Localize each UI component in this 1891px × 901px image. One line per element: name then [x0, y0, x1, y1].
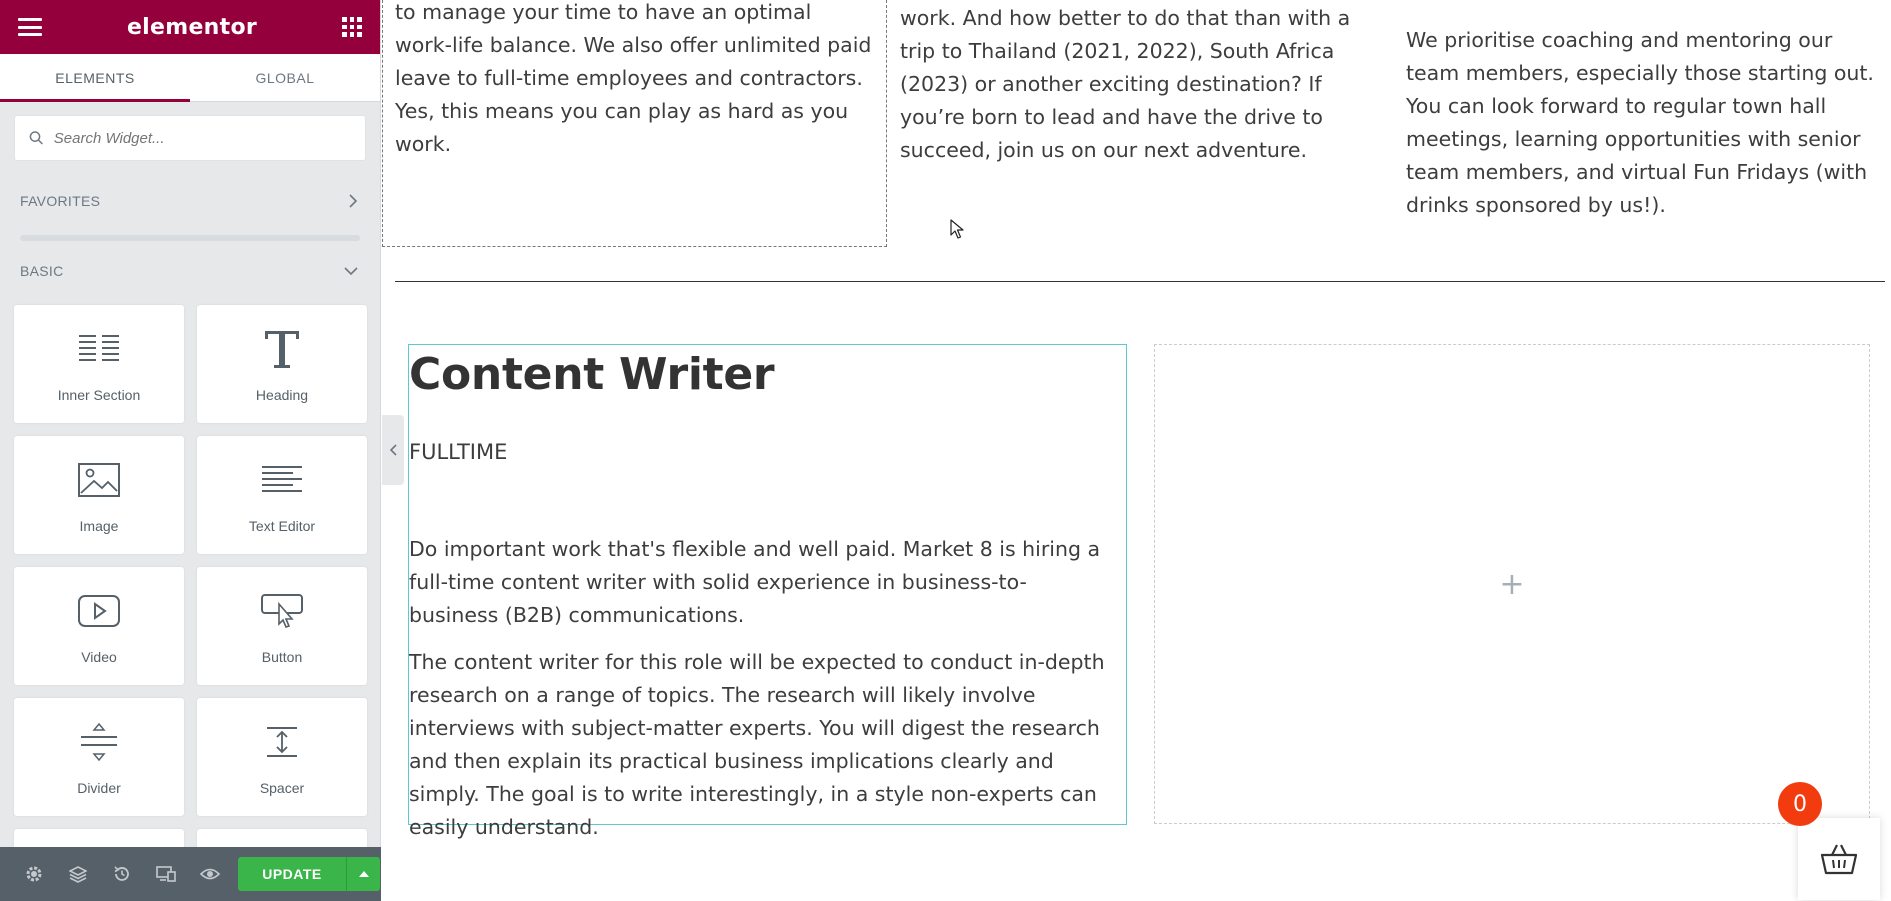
- job-description-1: Do important work that's flexible and we…: [409, 537, 1101, 627]
- plus-icon: +: [1499, 566, 1525, 602]
- basic-section-header[interactable]: BASIC: [0, 263, 380, 279]
- video-icon: [78, 595, 120, 627]
- cart-count-badge: 0: [1778, 782, 1822, 826]
- tab-global[interactable]: GLOBAL: [190, 54, 380, 101]
- empty-column-add-widget[interactable]: +: [1154, 344, 1870, 824]
- update-button[interactable]: UPDATE: [238, 857, 346, 891]
- history-button[interactable]: [100, 847, 144, 901]
- update-options-button[interactable]: [346, 857, 380, 891]
- basket-icon: [1821, 844, 1857, 875]
- mouse-cursor-icon: [950, 219, 964, 239]
- benefits-text-1: to manage your time to have an optimal w…: [395, 0, 872, 156]
- spacer-icon: [267, 727, 297, 757]
- widget-button[interactable]: Button: [197, 567, 367, 685]
- basic-label: BASIC: [20, 263, 64, 279]
- widget-label: Heading: [255, 387, 309, 403]
- favorites-divider: [20, 235, 360, 241]
- benefits-text-3: We prioritise coaching and mentoring our…: [1406, 28, 1874, 217]
- eye-icon: [200, 868, 220, 880]
- panel-tabs: ELEMENTS GLOBAL: [0, 54, 380, 102]
- settings-button[interactable]: [12, 847, 56, 901]
- history-icon: [114, 866, 129, 881]
- job-type: FULLTIME: [409, 440, 508, 464]
- job-listing-column[interactable]: Content Writer FULLTIME Do important wor…: [408, 344, 1127, 839]
- cart-button[interactable]: [1798, 818, 1880, 900]
- responsive-mode-button[interactable]: [144, 847, 188, 901]
- job-description-2: The content writer for this role will be…: [409, 650, 1105, 839]
- navigator-button[interactable]: [56, 847, 100, 901]
- menu-icon[interactable]: [18, 18, 42, 36]
- elementor-logo: elementor: [126, 14, 258, 40]
- widget-text-editor[interactable]: Text Editor: [197, 436, 367, 554]
- widget-heading[interactable]: Heading: [197, 305, 367, 423]
- favorites-section-header[interactable]: FAVORITES: [0, 193, 380, 209]
- widget-spacer[interactable]: Spacer: [197, 698, 367, 816]
- widget-inner-section[interactable]: Inner Section: [14, 305, 184, 423]
- chevron-right-icon: [349, 194, 358, 208]
- section-divider: [395, 281, 1885, 282]
- widget-label: Divider: [77, 780, 121, 796]
- elementor-panel: elementor ELEMENTS GLOBAL FAVORITES BASI…: [0, 0, 381, 901]
- panel-header: elementor: [0, 0, 380, 54]
- heading-icon: [265, 331, 299, 368]
- preview-button[interactable]: [188, 847, 232, 901]
- search-widget-input[interactable]: [53, 129, 351, 147]
- caret-up-icon: [358, 871, 369, 877]
- editor-canvas: to manage your time to have an optimal w…: [382, 0, 1891, 901]
- widget-label: Button: [261, 649, 303, 665]
- widget-label: Video: [81, 649, 117, 665]
- widget-label: Spacer: [259, 780, 305, 796]
- text-editor-icon: [262, 466, 302, 492]
- benefits-text-2: work. And how better to do that than wit…: [900, 6, 1351, 162]
- image-icon: [78, 463, 120, 497]
- widget-label: Inner Section: [57, 387, 141, 403]
- widget-divider[interactable]: Divider: [14, 698, 184, 816]
- widgets-grid-icon[interactable]: [341, 17, 362, 37]
- inner-section-icon: [79, 335, 119, 361]
- divider-icon: [81, 722, 117, 762]
- chevron-down-icon: [344, 267, 358, 276]
- job-title: Content Writer: [409, 349, 775, 400]
- benefits-column-3[interactable]: We prioritise coaching and mentoring our…: [1406, 24, 1876, 222]
- panel-footer: UPDATE: [0, 847, 381, 901]
- tab-elements[interactable]: ELEMENTS: [0, 54, 190, 102]
- gear-icon: [26, 866, 42, 882]
- search-box: [14, 115, 366, 161]
- button-icon: [261, 594, 303, 628]
- benefits-column-1[interactable]: to manage your time to have an optimal w…: [382, 0, 887, 247]
- widget-grid: Inner Section Heading Image Text Editor …: [14, 305, 367, 889]
- responsive-icon: [156, 866, 176, 882]
- widget-label: Text Editor: [248, 518, 316, 534]
- layers-icon: [69, 866, 87, 883]
- search-icon: [29, 131, 43, 145]
- widget-video[interactable]: Video: [14, 567, 184, 685]
- favorites-label: FAVORITES: [20, 193, 101, 209]
- widget-label: Image: [79, 518, 119, 534]
- benefits-column-2[interactable]: work. And how better to do that than wit…: [900, 2, 1380, 167]
- widget-image[interactable]: Image: [14, 436, 184, 554]
